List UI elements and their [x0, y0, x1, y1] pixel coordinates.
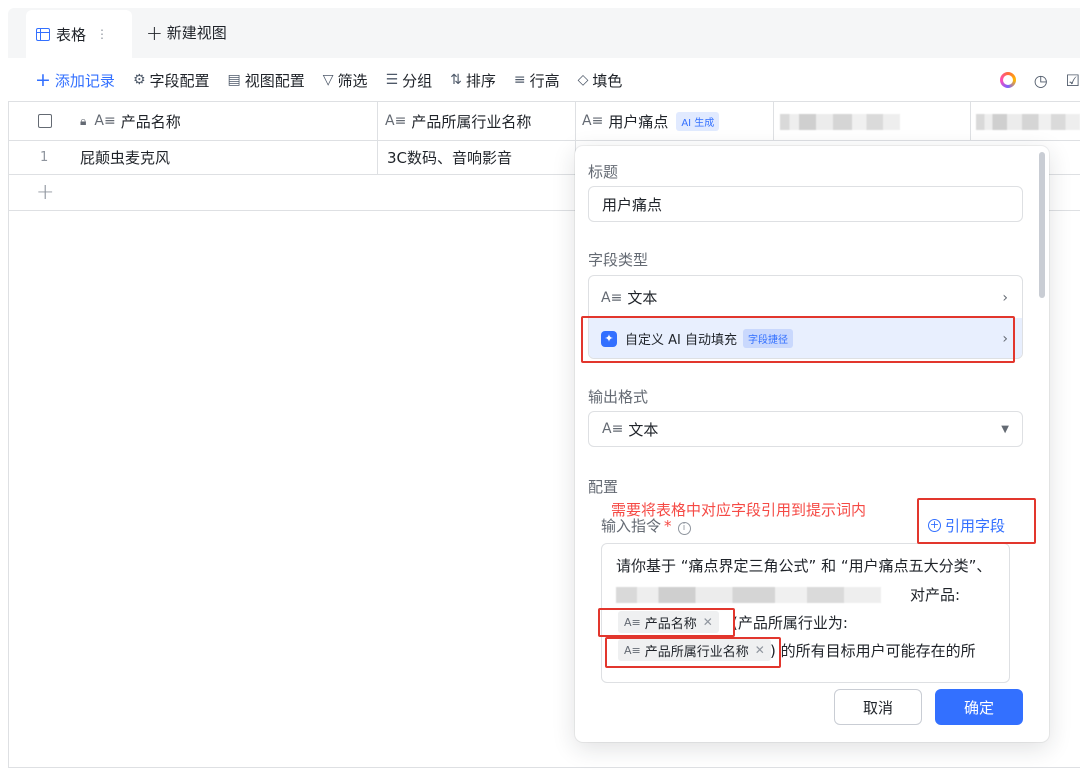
chevron-down-icon: ▼: [1001, 423, 1009, 435]
highlight-ai-option: [581, 316, 1015, 363]
view-settings-icon: ▤: [227, 72, 241, 88]
column-header-label: 用户痛点: [608, 112, 669, 131]
prompt-line-2: 对产品:: [910, 586, 961, 604]
cell-product-name[interactable]: 屁颠虫麦克风: [80, 141, 170, 174]
add-record-label: 添加记录: [54, 71, 115, 90]
grid-header: 🔒︎ A≡ 产品名称 A≡ 产品所属行业名称 A≡ 用户痛点 AI 生成: [8, 101, 1080, 141]
column-header-industry[interactable]: A≡ 产品所属行业名称: [385, 102, 531, 140]
tab-label: 表格: [56, 25, 87, 44]
title-label: 标题: [588, 163, 619, 181]
highlight-industry-chip: [605, 637, 781, 668]
ai-assistant-icon[interactable]: [999, 72, 1016, 88]
more-vertical-icon[interactable]: ⋮: [96, 27, 108, 41]
lock-icon: 🔒︎: [80, 113, 87, 128]
filter-label: 筛选: [337, 71, 368, 90]
view-config-button[interactable]: ▤ 视图配置: [228, 70, 305, 91]
field-config-label: 字段配置: [149, 71, 210, 90]
sort-label: 排序: [465, 71, 496, 90]
group-icon: ☰: [385, 72, 399, 88]
output-format-select[interactable]: A≡ 文本 ▼: [588, 411, 1023, 447]
prompt-line-1: 请你基于 “痛点界定三角公式” 和 “用户痛点五大分类”、: [616, 557, 992, 575]
sort-icon: ⇅: [450, 72, 462, 88]
blurred-column-header: [976, 114, 1080, 130]
highlight-product-chip: [598, 608, 735, 637]
cell-industry[interactable]: 3C数码、音响影音: [387, 141, 512, 174]
prompt-line-3: (产品所属行业为:: [732, 614, 848, 632]
fill-color-label: 填色: [592, 71, 623, 90]
filter-button[interactable]: ▽ 筛选: [323, 70, 368, 91]
text-field-icon: A≡: [602, 421, 624, 437]
plus-icon: +: [36, 180, 55, 205]
group-button[interactable]: ☰ 分组: [386, 70, 433, 91]
toolbar-right: ◷ ☑: [999, 58, 1080, 102]
gear-icon: ⚙: [132, 72, 146, 88]
confirm-button[interactable]: 确定: [935, 689, 1023, 725]
ai-generated-tag: AI 生成: [676, 111, 720, 131]
toolbar: + 添加记录 ⚙ 字段配置 ▤ 视图配置 ▽ 筛选 ☰ 分组 ⇅ 排序 ≡ 行高…: [8, 58, 1080, 102]
checklist-icon[interactable]: ☑: [1066, 71, 1080, 90]
blurred-prompt-text: [616, 587, 881, 603]
column-header-label: 产品所属行业名称: [411, 112, 532, 131]
row-height-icon: ≡: [513, 72, 526, 88]
blurred-column-header: [780, 114, 900, 130]
column-header-product-name[interactable]: 🔒︎ A≡ 产品名称: [80, 102, 181, 140]
instruction-label: 输入指令 * i: [601, 515, 691, 536]
row-index: 1: [40, 150, 49, 165]
history-icon[interactable]: ◷: [1034, 71, 1048, 90]
field-type-text-option[interactable]: A≡ 文本 ›: [589, 277, 1022, 318]
column-header-pain-point[interactable]: A≡ 用户痛点 AI 生成: [582, 102, 720, 140]
view-tab-bar: 表格 ⋮ + 新建视图: [8, 8, 1080, 58]
add-record-button[interactable]: + 添加记录: [35, 69, 115, 91]
panel-scrollbar[interactable]: [1039, 152, 1045, 298]
sort-button[interactable]: ⇅ 排序: [450, 70, 496, 91]
info-icon: i: [677, 522, 691, 535]
row-height-label: 行高: [529, 71, 560, 90]
title-input[interactable]: 用户痛点: [588, 186, 1023, 222]
text-field-icon: A≡: [582, 113, 604, 129]
cancel-button[interactable]: 取消: [834, 689, 922, 725]
fill-color-button[interactable]: ◇ 填色: [578, 70, 623, 91]
group-label: 分组: [402, 71, 433, 90]
plus-icon: +: [35, 69, 51, 91]
config-label: 配置: [588, 478, 619, 496]
new-view-label: 新建视图: [166, 24, 227, 42]
row-height-button[interactable]: ≡ 行高: [514, 70, 560, 91]
highlight-reference-field: [917, 498, 1036, 544]
text-field-icon: A≡: [385, 113, 407, 129]
tab-table-view[interactable]: 表格 ⋮: [26, 10, 132, 58]
table-grid-icon: [36, 27, 50, 41]
prompt-line-4: ) 的所有目标用户可能存在的所: [770, 642, 976, 660]
field-config-button[interactable]: ⚙ 字段配置: [133, 70, 210, 91]
text-field-icon: A≡: [94, 113, 116, 129]
new-view-button[interactable]: + 新建视图: [146, 22, 227, 43]
plus-icon: +: [146, 20, 163, 45]
text-field-icon: A≡: [601, 289, 623, 306]
view-config-label: 视图配置: [244, 71, 305, 90]
filter-icon: ▽: [322, 72, 334, 88]
select-all-checkbox[interactable]: [38, 102, 52, 140]
field-type-label: 字段类型: [588, 251, 649, 269]
paint-bucket-icon: ◇: [577, 72, 589, 88]
column-header-label: 产品名称: [120, 112, 181, 131]
chevron-right-icon: ›: [1002, 289, 1008, 306]
output-format-label: 输出格式: [588, 388, 649, 406]
